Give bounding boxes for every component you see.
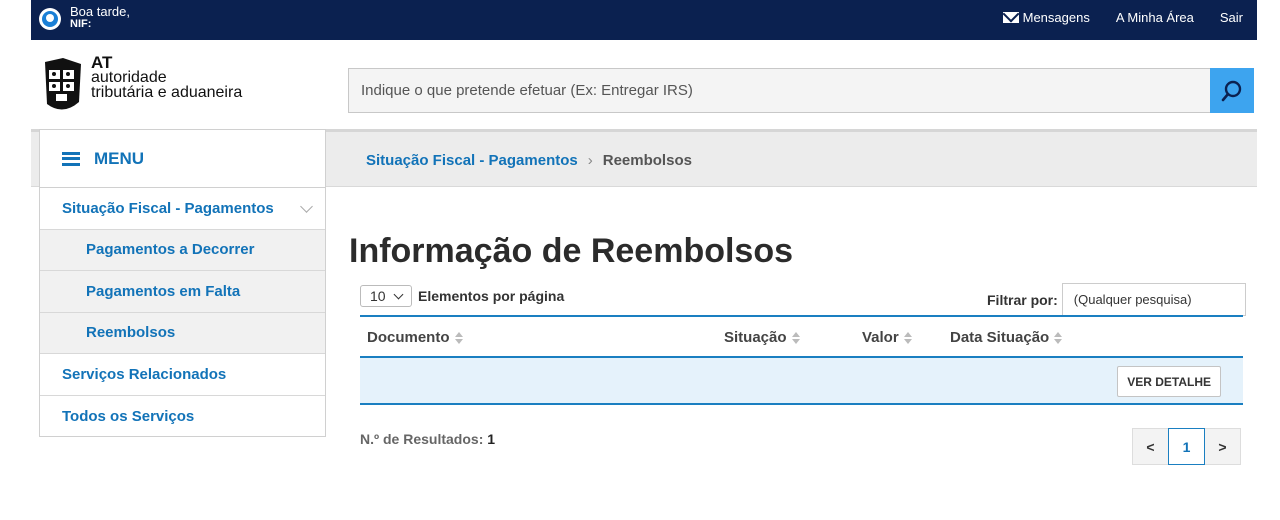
envelope-icon (1002, 12, 1019, 23)
sidebar-item-reembolsos[interactable]: Reembolsos (40, 312, 325, 354)
page-1-button[interactable]: 1 (1168, 428, 1205, 465)
at-logo[interactable]: AT autoridade tributária e aduaneira (41, 53, 243, 116)
table-header: Documento Situação Valor Data Situação (360, 315, 1243, 358)
chevron-down-icon (300, 200, 313, 213)
logo-line1: autoridade (91, 69, 167, 86)
breadcrumb-item-reembolsos: Reembolsos (602, 152, 692, 169)
search-button[interactable] (1210, 68, 1254, 113)
sidebar: MENU Situação Fiscal - Pagamentos Pagame… (39, 129, 326, 437)
messages-label: Mensagens (1022, 10, 1090, 25)
previous-page-button[interactable]: < (1132, 428, 1169, 465)
sort-icon (1054, 331, 1063, 344)
hamburger-icon (62, 151, 80, 166)
page-size-control: 10 Elementos por página (360, 285, 564, 307)
my-area-link[interactable]: A Minha Área (1116, 10, 1194, 25)
greeting-text: Boa tarde, (70, 4, 130, 19)
results-value: 1 (487, 431, 496, 447)
sidebar-item-label: Pagamentos em Falta (86, 282, 241, 300)
logout-link[interactable]: Sair (1220, 10, 1243, 25)
messages-link[interactable]: Mensagens (1002, 10, 1090, 25)
sidebar-item-label: Pagamentos a Decorrer (86, 241, 255, 259)
sidebar-item-label: Reembolsos (86, 324, 176, 342)
search-input[interactable] (349, 69, 1211, 112)
column-header-documento[interactable]: Documento (367, 329, 463, 346)
refunds-table: Documento Situação Valor Data Situação V… (360, 315, 1243, 405)
user-avatar-icon (39, 8, 61, 30)
top-nav: Mensagens A Minha Área Sair (1002, 10, 1243, 25)
sort-icon (903, 331, 912, 344)
top-bar: Boa tarde, NIF: Mensagens A Minha Área S… (31, 0, 1257, 40)
search-bar (348, 68, 1254, 113)
results-label: N.º de Resultados: (360, 431, 484, 447)
column-header-situacao[interactable]: Situação (724, 329, 800, 346)
sidebar-item-label: Serviços Relacionados (62, 365, 227, 383)
search-icon (1221, 80, 1242, 101)
sort-icon (791, 331, 800, 344)
breadcrumb: Situação Fiscal - Pagamentos › Reembolso… (366, 152, 692, 169)
breadcrumb-separator: › (587, 152, 593, 169)
sidebar-item-label: Situação Fiscal - Pagamentos (62, 199, 274, 217)
sidebar-item-label: Todos os Serviços (62, 407, 195, 425)
next-page-button[interactable]: > (1204, 428, 1241, 465)
sidebar-item-todos-os-servicos[interactable]: Todos os Serviços (40, 396, 325, 438)
pagination: < 1 > (1132, 428, 1241, 465)
column-header-data-situacao[interactable]: Data Situação (950, 329, 1063, 346)
menu-label: MENU (94, 148, 145, 168)
sort-icon (454, 331, 463, 344)
page-title: Informação de Reembolsos (349, 232, 794, 270)
view-detail-button[interactable]: VER DETALHE (1117, 366, 1221, 397)
logo-abbr: AT (91, 53, 113, 72)
logo-line2: tributária e aduaneira (91, 84, 243, 101)
page-size-select[interactable]: 10 (360, 285, 412, 307)
breadcrumb-item-situacao-fiscal[interactable]: Situação Fiscal - Pagamentos (366, 152, 578, 169)
menu-toggle[interactable]: MENU (40, 130, 325, 188)
sidebar-item-pagamentos-a-decorrer[interactable]: Pagamentos a Decorrer (40, 229, 325, 271)
sidebar-item-servicos-relacionados[interactable]: Serviços Relacionados (40, 354, 325, 396)
at-crest-icon (45, 58, 81, 110)
nif-label: NIF: (70, 18, 92, 30)
page-size-label: Elementos por página (418, 288, 565, 304)
filter-input[interactable] (1061, 283, 1246, 316)
sidebar-item-pagamentos-em-falta[interactable]: Pagamentos em Falta (40, 271, 325, 313)
page-size-value: 10 (370, 288, 386, 304)
user-greeting: Boa tarde, NIF: (39, 5, 130, 31)
sidebar-item-situacao-fiscal[interactable]: Situação Fiscal - Pagamentos (40, 188, 325, 230)
table-row: VER DETALHE (360, 358, 1243, 405)
column-header-valor[interactable]: Valor (862, 329, 912, 346)
results-count: N.º de Resultados: 1 (360, 431, 495, 447)
filter-control: Filtrar por: (987, 283, 1246, 316)
filter-label: Filtrar por: (987, 291, 1058, 308)
